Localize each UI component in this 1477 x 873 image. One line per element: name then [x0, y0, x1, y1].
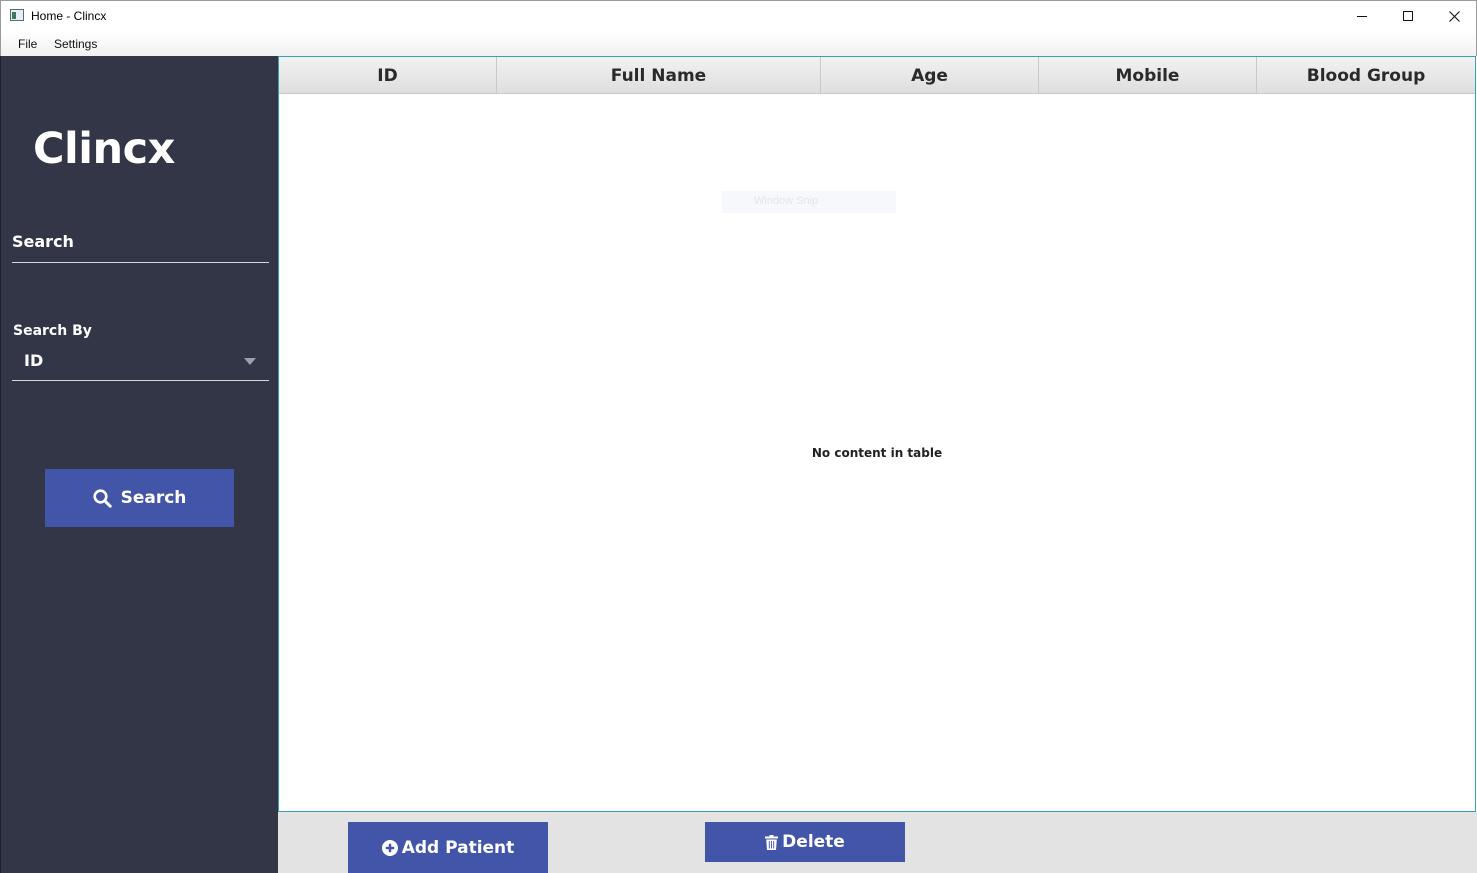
- search-field[interactable]: Search: [12, 232, 74, 251]
- app-icon: [10, 9, 24, 21]
- column-header-mobile[interactable]: Mobile: [1039, 57, 1257, 94]
- plus-circle-icon: [381, 839, 398, 856]
- maximize-icon: [1403, 11, 1413, 21]
- table-header: ID Full Name Age Mobile Blood Group: [279, 57, 1475, 94]
- minimize-button[interactable]: [1339, 1, 1385, 31]
- maximize-button[interactable]: [1385, 1, 1431, 31]
- chevron-down-icon[interactable]: [244, 358, 256, 365]
- add-patient-button[interactable]: Add Patient: [348, 822, 548, 873]
- delete-button[interactable]: Delete: [705, 822, 905, 862]
- minimize-icon: [1357, 15, 1367, 17]
- column-header-id[interactable]: ID: [279, 57, 497, 94]
- search-button[interactable]: Search: [45, 469, 234, 527]
- search-icon: [92, 488, 112, 508]
- menu-settings[interactable]: Settings: [54, 37, 97, 51]
- menu-file[interactable]: File: [18, 37, 37, 51]
- empty-table-message: No content in table: [811, 446, 943, 460]
- brand-logo: Clincx: [33, 124, 175, 174]
- delete-label: Delete: [782, 832, 845, 852]
- trash-icon: [765, 834, 779, 850]
- close-button[interactable]: [1431, 1, 1477, 31]
- window-snip-overlay: Window Snip: [722, 191, 896, 213]
- search-field-underline: [12, 262, 269, 263]
- search-by-select[interactable]: ID: [24, 351, 43, 370]
- title-bar: Home - Clincx: [0, 0, 1477, 31]
- search-by-label: Search By: [13, 323, 92, 339]
- close-icon: [1448, 10, 1460, 22]
- column-header-full-name[interactable]: Full Name: [497, 57, 821, 94]
- add-patient-label: Add Patient: [401, 837, 515, 858]
- search-button-label: Search: [120, 488, 187, 508]
- column-header-blood-group[interactable]: Blood Group: [1257, 57, 1475, 94]
- action-bar: Add Patient Delete: [278, 812, 1477, 873]
- sidebar: Clincx Search Search By ID Search: [0, 56, 278, 873]
- menu-bar: File Settings: [0, 31, 1477, 56]
- window-title: Home - Clincx: [31, 9, 107, 23]
- column-header-age[interactable]: Age: [821, 57, 1039, 94]
- patients-table[interactable]: ID Full Name Age Mobile Blood Group Wind…: [278, 56, 1476, 812]
- search-by-underline: [12, 380, 269, 381]
